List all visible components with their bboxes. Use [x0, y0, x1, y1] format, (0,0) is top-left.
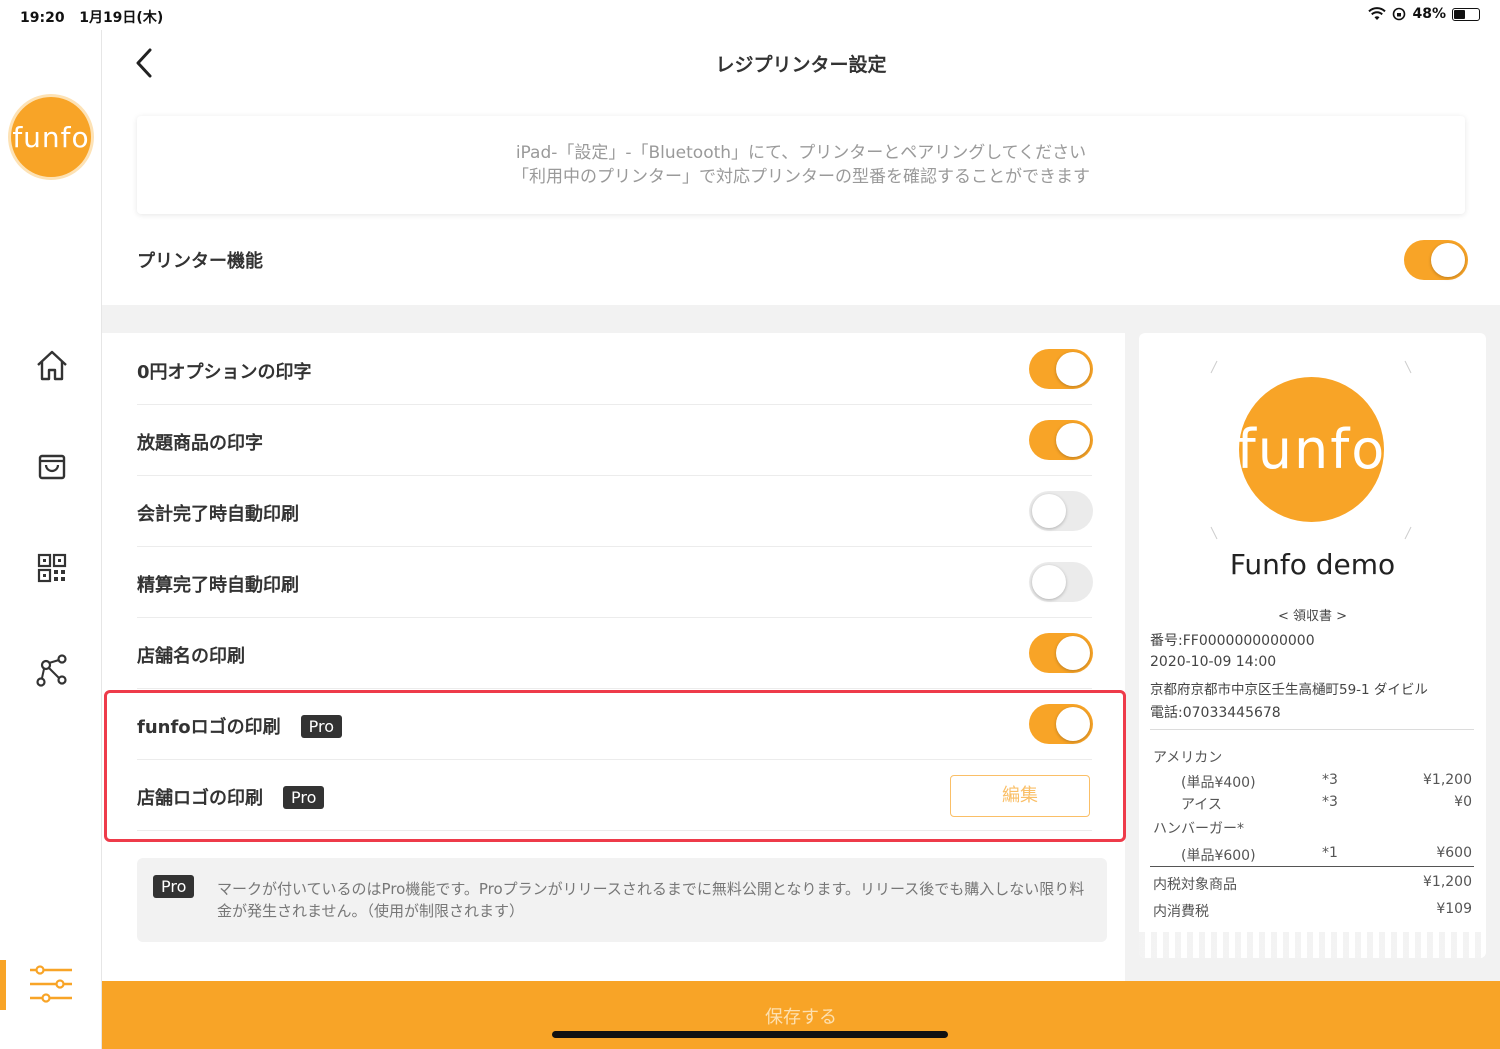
toggle-knob: [1431, 243, 1465, 277]
setting-label: 0円オプションの印字: [137, 362, 312, 383]
zero-yen-option-toggle[interactable]: [1029, 349, 1093, 389]
receipt-item-name: アイス: [1181, 797, 1222, 813]
setting-row-all-you-can: 放題商品の印字: [137, 405, 1093, 476]
header: レジプリンター設定: [102, 30, 1500, 96]
battery-percent: 48%: [1412, 6, 1446, 22]
setting-row-auto-print-settlement: 精算完了時自動印刷: [137, 547, 1093, 618]
info-line-1: iPad-「設定」-「Bluetooth」にて、プリンターとペアリングしてくださ…: [515, 143, 1087, 163]
home-indicator: [552, 1031, 948, 1038]
receipt-total-label: 内税対象商品: [1153, 877, 1237, 893]
printer-function-toggle[interactable]: [1404, 240, 1468, 280]
toggle-knob: [1056, 423, 1090, 457]
pro-note-text: マークが付いているのはPro機能です。Proプランがリリースされるまでに無料公開…: [217, 880, 1085, 920]
wifi-icon: [1368, 7, 1387, 20]
receipt-item-price: ¥1,200: [1423, 772, 1472, 788]
store-name-toggle[interactable]: [1029, 633, 1093, 673]
status-time: 19:20 1月19日(木): [20, 10, 164, 26]
receipt-logo: funfo: [1237, 377, 1384, 522]
setting-label: 会計完了時自動印刷: [137, 504, 299, 525]
receipt-item-qty: *3: [1322, 794, 1338, 810]
receipt-heading: < 領収書 >: [1277, 609, 1348, 624]
receipt-total-value: ¥1,200: [1423, 874, 1472, 890]
active-nav-indicator: [0, 960, 6, 1010]
auto-print-checkout-toggle[interactable]: [1029, 491, 1093, 531]
printer-function-label: プリンター機能: [137, 251, 263, 272]
toggle-knob: [1032, 565, 1066, 599]
all-you-can-toggle[interactable]: [1029, 420, 1093, 460]
receipt-shop-name: Funfo demo: [1229, 548, 1396, 581]
save-button[interactable]: 保存する: [102, 981, 1500, 1049]
receipt-preview: funfo Funfo demo < 領収書 > 番号:FF0000000000…: [1139, 333, 1486, 958]
highlight-box: [104, 690, 1126, 842]
receipt-total-label: 内消費税: [1153, 904, 1209, 920]
status-indicators: 48%: [1368, 6, 1480, 22]
receipt-item-name: アメリカン: [1153, 750, 1223, 766]
receipt-number: 番号:FF0000000000000: [1150, 633, 1315, 649]
bluetooth-info-card: iPad-「設定」-「Bluetooth」にて、プリンターとペアリングしてくださ…: [137, 116, 1465, 214]
receipt-divider: [1150, 866, 1474, 867]
receipt-total-value: ¥109: [1436, 901, 1472, 917]
receipt-address: 京都府京都市中京区壬生高樋町59-1 ダイビル: [1150, 682, 1428, 698]
receipt-torn-edge: [1139, 932, 1486, 958]
shopping-bag-icon[interactable]: [32, 446, 72, 486]
pro-note: Pro マークが付いているのはPro機能です。Proプランがリリースされるまでに…: [137, 858, 1107, 942]
sidebar: funfo: [0, 30, 102, 1049]
home-icon[interactable]: [32, 346, 72, 386]
receipt-item-price: ¥0: [1454, 794, 1472, 810]
status-bar: 19:20 1月19日(木) 48%: [0, 0, 1500, 30]
receipt-item-price: ¥600: [1436, 845, 1472, 861]
setting-label: 店舗名の印刷: [137, 646, 245, 667]
auto-print-settlement-toggle[interactable]: [1029, 562, 1093, 602]
pro-badge: Pro: [153, 875, 195, 898]
toggle-knob: [1056, 636, 1090, 670]
setting-row-zero-yen-option: 0円オプションの印字: [137, 334, 1093, 405]
receipt-datetime: 2020-10-09 14:00: [1150, 654, 1277, 670]
funfo-logo: funfo: [11, 97, 91, 177]
receipt-item-name: (単品¥400): [1181, 775, 1256, 791]
lock-rotation-icon: [1393, 7, 1406, 21]
receipt-item-qty: *3: [1322, 772, 1338, 788]
receipt-phone: 電話:07033445678: [1150, 705, 1281, 721]
receipt-item-qty: *1: [1322, 845, 1338, 861]
network-icon[interactable]: [32, 650, 72, 690]
page-title: レジプリンター設定: [715, 54, 887, 76]
setting-row-auto-print-checkout: 会計完了時自動印刷: [137, 476, 1093, 547]
info-line-2: 「利用中のプリンター」で対応プリンターの型番を確認することができます: [512, 167, 1090, 187]
setting-label: 精算完了時自動印刷: [137, 575, 299, 596]
receipt-item-name: (単品¥600): [1181, 848, 1256, 864]
toggle-knob: [1032, 494, 1066, 528]
sliders-icon[interactable]: [28, 962, 76, 1006]
battery-icon: [1452, 7, 1480, 21]
setting-row-store-name: 店舗名の印刷: [137, 618, 1093, 689]
toggle-knob: [1056, 352, 1090, 386]
qr-code-icon[interactable]: [32, 548, 72, 588]
receipt-item-name: ハンバーガー*: [1153, 821, 1244, 837]
receipt-divider: [1150, 729, 1474, 730]
setting-label: 放題商品の印字: [137, 433, 263, 454]
